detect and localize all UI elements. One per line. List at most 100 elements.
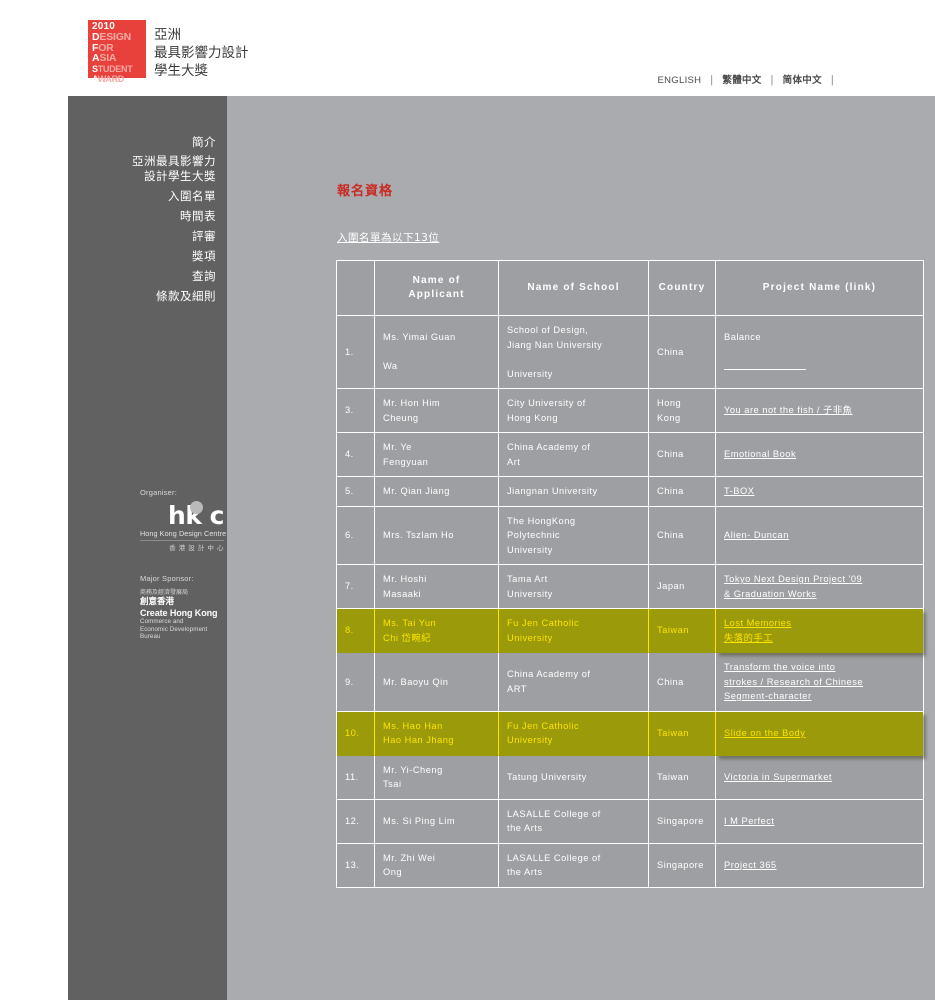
- cell-applicant-name: Mr. Qian Jiang: [375, 477, 499, 507]
- cell-school-name: Fu Jen Catholic University: [499, 609, 649, 653]
- cell-project-name[interactable]: Project 365: [716, 844, 923, 887]
- cell-project-name[interactable]: Transform the voice into strokes / Resea…: [716, 653, 923, 712]
- cell-country: Hong Kong: [649, 389, 716, 433]
- table-header-row: Name of Applicant Name of School Country…: [337, 261, 923, 316]
- logo-acronym-lines: DESIGN FOR ASIA STUDENT AWARD: [92, 32, 133, 85]
- cell-project-name[interactable]: I M Perfect: [716, 800, 923, 844]
- cell-project-name[interactable]: Tokyo Next Design Project '09 & Graduati…: [716, 565, 923, 609]
- main-content: 報名資格 入圍名單為以下13位 Name of Applicant Name o…: [227, 96, 935, 1000]
- lang-english[interactable]: ENGLISH: [658, 75, 702, 86]
- table-row: 11. Mr. Yi-Cheng Tsai Tatung University Tai…: [337, 755, 923, 800]
- organiser-block: Organiser: hk c Hong Kong Design Centre …: [140, 488, 226, 552]
- lang-sep-1: |: [710, 74, 714, 86]
- cell-country: China: [649, 653, 716, 712]
- cell-applicant-name: Mr. Hon Him Cheung: [375, 389, 499, 433]
- cell-school-name: School of Design, Jiang Nan University U…: [499, 316, 649, 389]
- cell-project-name[interactable]: Lost Memories 失落的手工: [716, 609, 923, 653]
- project-name-text: Balance: [724, 331, 762, 342]
- hkdc-dot-icon: [190, 501, 203, 514]
- project-link[interactable]: Slide on the Body: [724, 728, 805, 738]
- cell-row-number: 4.: [337, 433, 375, 477]
- lang-sep-2: |: [770, 74, 774, 86]
- page-shell: 簡介 亞洲最具影響力 設計學生大獎 入圍名單 時間表 評審 獎項 查詢 條款及細…: [68, 96, 935, 1000]
- cell-applicant-name: Mr. Baoyu Qin: [375, 653, 499, 712]
- cell-applicant-name: Ms. Hao Han Hao Han Jhang: [375, 711, 499, 756]
- sponsor-bureau-en: Commerce and Economic Development Bureau: [140, 618, 208, 640]
- sidebar-item-awards[interactable]: 獎項: [76, 248, 216, 265]
- lang-simplified-chinese[interactable]: 简体中文: [783, 75, 822, 86]
- project-link[interactable]: You are not the fish / 子非魚: [724, 405, 852, 415]
- project-link[interactable]: Emotional Book: [724, 449, 796, 459]
- cell-school-name: Tama Art University: [499, 565, 649, 609]
- cell-school-name: Fu Jen Catholic University: [499, 711, 649, 756]
- cell-row-number: 8.: [337, 609, 375, 653]
- logo-line-student: STUDENT: [92, 63, 133, 74]
- cell-school-name: LASALLE College of the Arts: [499, 799, 649, 844]
- lang-traditional-chinese[interactable]: 繁體中文: [722, 75, 761, 86]
- cell-country: China: [649, 477, 716, 507]
- hkdc-logo-text: hk c: [168, 501, 224, 530]
- sidebar-item-schedule[interactable]: 時間表: [76, 208, 216, 225]
- sidebar-item-finalist-list[interactable]: 入圍名單: [76, 188, 216, 205]
- cell-project-name[interactable]: T-BOX: [716, 477, 923, 507]
- sidebar-item-terms[interactable]: 條款及細則: [76, 288, 216, 305]
- col-header-country: Country: [649, 261, 716, 316]
- project-link[interactable]: I M Perfect: [724, 816, 774, 826]
- logo-chinese-title: 亞洲 最具影響力設計 學生大獎: [154, 27, 249, 79]
- cell-country: Japan: [649, 565, 716, 609]
- project-link[interactable]: Alien- Duncan: [724, 530, 789, 540]
- project-link[interactable]: Project 365: [724, 860, 777, 870]
- cell-project-name[interactable]: You are not the fish / 子非魚: [716, 389, 923, 433]
- cell-row-number: 1.: [337, 316, 375, 389]
- sidebar-nav: 簡介 亞洲最具影響力 設計學生大獎 入圍名單 時間表 評審 獎項 查詢 條款及細…: [76, 134, 216, 308]
- finalists-table: Name of Applicant Name of School Country…: [336, 260, 924, 888]
- col-header-school: Name of School: [499, 261, 649, 316]
- sponsor-block: Major Sponsor: 商務及經濟發展局 創意香港 Create Hong…: [140, 574, 226, 641]
- cell-row-number: 5.: [337, 477, 375, 507]
- cell-row-number: 13.: [337, 843, 375, 887]
- cell-school-name: China Academy of ART: [499, 653, 649, 712]
- table-row: 13. Mr. Zhi Wei Ong LASALLE College of the…: [337, 843, 923, 887]
- table-row: 4. Mr. Ye Fengyuan China Academy of Art Chi…: [337, 433, 923, 477]
- hkdc-logo-chinese: 香 港 設 計 中 心: [140, 540, 224, 552]
- project-link[interactable]: Victoria in Supermarket: [724, 772, 832, 782]
- cell-project-name[interactable]: Victoria in Supermarket: [716, 756, 923, 800]
- sidebar-item-jury[interactable]: 評審: [76, 228, 216, 245]
- sidebar-item-dfa-student-award[interactable]: 亞洲最具影響力 設計學生大獎: [76, 154, 216, 184]
- hkdc-logo[interactable]: hk c Hong Kong Design Centre 香 港 設 計 中 心: [140, 501, 226, 552]
- sidebar-item-intro[interactable]: 簡介: [76, 134, 216, 151]
- sidebar: 簡介 亞洲最具影響力 設計學生大獎 入圍名單 時間表 評審 獎項 查詢 條款及細…: [68, 96, 227, 1000]
- sponsor-chinese-small: 商務及經濟發展局: [140, 589, 189, 596]
- table-head: Name of Applicant Name of School Country…: [337, 261, 923, 316]
- cell-school-name: Tatung University: [499, 755, 649, 800]
- cell-row-number: 6.: [337, 506, 375, 565]
- project-link[interactable]: Lost Memories 失落的手工: [724, 618, 791, 643]
- dfa-logo-mark: 2010 DESIGN FOR ASIA STUDENT AWARD: [88, 20, 146, 84]
- cell-country: China: [649, 316, 716, 389]
- page-title: 報名資格: [337, 184, 394, 199]
- lang-sep-3: |: [830, 74, 834, 86]
- project-link[interactable]: Transform the voice into strokes / Resea…: [724, 662, 863, 701]
- sidebar-item-enquiry[interactable]: 查詢: [76, 268, 216, 285]
- cell-country: China: [649, 433, 716, 477]
- cell-country: Singapore: [649, 799, 716, 844]
- sponsor-caption: Major Sponsor:: [140, 574, 194, 583]
- table-row: 6. Mrs. Tszlam Ho The HongKong Polytechnic…: [337, 506, 923, 565]
- cell-project-name[interactable]: Slide on the Body: [716, 711, 923, 756]
- organiser-caption: Organiser:: [140, 488, 178, 497]
- cell-applicant-name: Mrs. Tszlam Ho: [375, 506, 499, 565]
- project-blank-rule: [724, 359, 806, 370]
- page-root: 2010 DESIGN FOR ASIA STUDENT AWARD 亞洲 最具…: [0, 0, 935, 1000]
- cell-project-name[interactable]: Alien- Duncan: [716, 507, 923, 565]
- cell-country: Singapore: [649, 843, 716, 887]
- table-row: 5. Mr. Qian Jiang Jiangnan University China…: [337, 477, 923, 507]
- cell-country: Taiwan: [649, 609, 716, 653]
- project-link[interactable]: Tokyo Next Design Project '09 & Graduati…: [724, 574, 862, 599]
- cell-project-name[interactable]: Emotional Book: [716, 433, 923, 477]
- cell-row-number: 12.: [337, 799, 375, 844]
- table-row: 7. Mr. Hoshi Masaaki Tama Art University Ja…: [337, 565, 923, 609]
- project-link[interactable]: T-BOX: [724, 486, 754, 496]
- site-logo[interactable]: 2010 DESIGN FOR ASIA STUDENT AWARD 亞洲 最具…: [88, 20, 249, 84]
- table-row: 1. Ms. Yimai Guan Wa School of Design, Jia…: [337, 316, 923, 389]
- cell-school-name: LASALLE College of the Arts: [499, 843, 649, 887]
